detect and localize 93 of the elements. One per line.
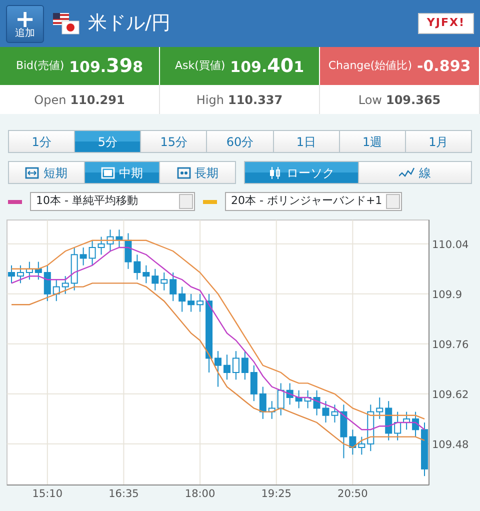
quote-label: Change(始値比) <box>328 58 412 74</box>
quote-label: Bid(売値) <box>16 58 64 74</box>
candlestick <box>295 390 302 409</box>
stat-label: Open <box>34 92 66 108</box>
range-tab[interactable]: 長期 <box>160 162 236 183</box>
indicator-select[interactable]: 20本 - ボリンジャーバンド+1 <box>225 192 402 211</box>
candlestick <box>142 264 150 284</box>
chart-type-tab[interactable]: 線 <box>358 162 471 183</box>
candlestick <box>124 232 132 270</box>
candlestick <box>62 276 69 294</box>
candlestick <box>160 272 168 291</box>
axis-label: 15:10 <box>32 488 63 500</box>
candlestick <box>214 350 222 388</box>
candlestick <box>52 279 60 302</box>
period-tab[interactable]: 1月 <box>406 131 471 152</box>
axis-label: 20:50 <box>338 488 368 500</box>
candlestick <box>376 397 384 420</box>
stat-value: 109.365 <box>386 92 441 108</box>
candlestick <box>421 422 428 477</box>
range-tab[interactable]: 中期 <box>84 162 160 183</box>
add-button[interactable]: + 追加 <box>6 4 44 42</box>
candlestick <box>412 411 420 438</box>
candlestick <box>8 264 15 284</box>
candlestick <box>178 286 186 312</box>
candlestick <box>277 382 284 416</box>
stat-value: 110.337 <box>228 92 283 108</box>
candlestick <box>313 390 320 416</box>
candlestick <box>170 272 177 302</box>
indicator-select[interactable]: 10本 - 単純平均移動 <box>30 192 195 211</box>
chart-type-tab[interactable]: ローソク <box>245 162 358 183</box>
candlestick <box>340 404 348 459</box>
candlestick <box>196 293 204 312</box>
candlestick <box>134 254 141 280</box>
candlestick <box>331 404 338 423</box>
candlestick <box>152 268 159 291</box>
candlestick <box>26 261 33 280</box>
stat-label: High <box>196 92 224 108</box>
window-title: 米ドル/円 <box>88 11 170 36</box>
candlestick <box>349 429 356 456</box>
candlestick <box>223 354 230 380</box>
candlestick <box>232 350 240 380</box>
period-tab[interactable]: 5分 <box>75 131 142 152</box>
quote-value: 109.398 <box>69 54 144 79</box>
expand-icon <box>25 166 40 178</box>
candlestick <box>268 400 276 420</box>
candlestick <box>259 386 266 420</box>
dropdown-caret <box>386 194 400 209</box>
candlestick <box>116 229 123 248</box>
candlestick <box>188 293 195 312</box>
candlestick <box>34 261 42 280</box>
candlestick <box>385 400 392 441</box>
period-tab[interactable]: 15分 <box>141 131 208 152</box>
period-tab[interactable]: 1日 <box>274 131 340 152</box>
dots-icon <box>176 166 191 178</box>
candlestick <box>286 382 294 406</box>
candlestick <box>88 240 96 266</box>
axis-label: 16:35 <box>108 488 139 500</box>
axis-label: 109.48 <box>432 438 469 451</box>
axis-label: 109.9 <box>432 288 462 301</box>
candlestick <box>250 364 258 402</box>
candlestick <box>241 350 248 380</box>
candlestick <box>304 390 312 409</box>
period-tab[interactable]: 1分 <box>9 131 76 152</box>
axis-label: 109.76 <box>432 338 469 351</box>
candlestick <box>80 247 87 266</box>
dropdown-caret <box>179 194 193 209</box>
stat-value: 110.291 <box>70 92 125 108</box>
quote-value: -0.893 <box>417 56 471 77</box>
candlestick-icon <box>268 166 282 178</box>
period-tab[interactable]: 60分 <box>207 131 274 152</box>
axis-label: 18:00 <box>184 488 216 500</box>
quote-value: 109.401 <box>230 54 304 79</box>
flags-icon <box>52 10 80 36</box>
candlestick <box>322 400 330 423</box>
candlestick <box>16 264 24 284</box>
candlestick <box>403 411 410 430</box>
candlestick <box>98 236 105 256</box>
candlestick <box>44 264 51 302</box>
candlestick <box>106 229 114 252</box>
panel-icon <box>101 166 115 178</box>
candlestick <box>367 404 374 452</box>
candlestick <box>358 436 366 456</box>
axis-label: 19:25 <box>261 488 292 500</box>
candlestick <box>70 247 78 291</box>
brand-logo: YJFX! <box>418 13 474 34</box>
axis-label: 110.04 <box>432 238 469 251</box>
period-tab[interactable]: 1週 <box>340 131 406 152</box>
line-chart-icon <box>398 166 415 178</box>
quote-label: Ask(買値) <box>174 58 226 74</box>
axis-label: 109.62 <box>432 388 469 401</box>
candlestick <box>394 411 402 441</box>
stat-label: Low <box>358 92 382 108</box>
range-tab[interactable]: 短期 <box>9 162 85 183</box>
